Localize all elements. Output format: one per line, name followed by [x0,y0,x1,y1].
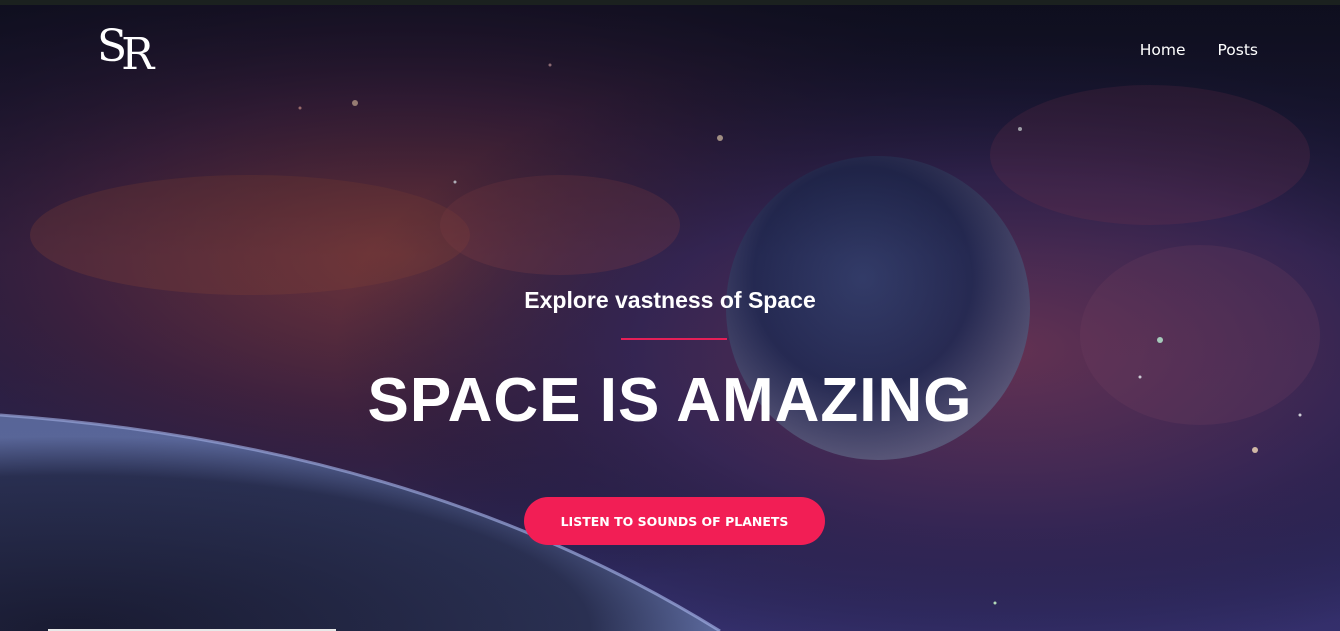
hero-section: Explore vastness of Space SPACE IS AMAZI… [0,0,1340,631]
hero-divider [621,338,727,340]
page: SR Home Posts Explore vastness of Space … [0,0,1340,631]
hero-subtitle: Explore vastness of Space [524,287,816,313]
listen-sounds-button[interactable]: LISTEN TO SOUNDS OF PLANETS [524,497,825,545]
browser-top-strip [0,0,1340,5]
hero-title: SPACE IS AMAZING [367,366,973,435]
